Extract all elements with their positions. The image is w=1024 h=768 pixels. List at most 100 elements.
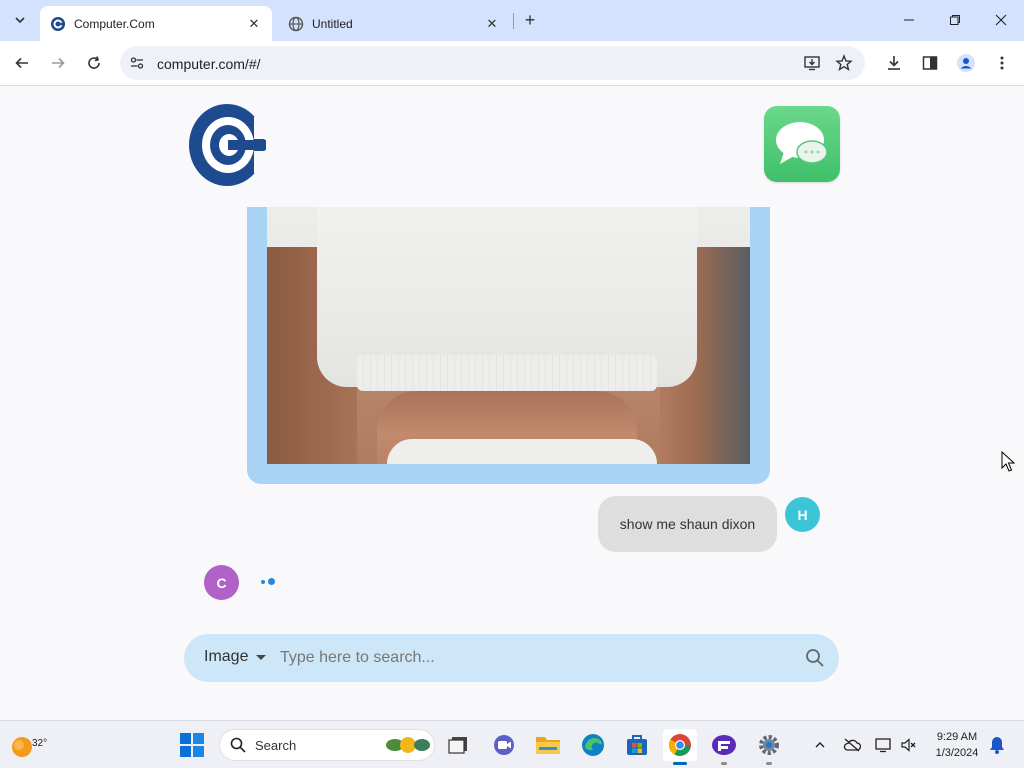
browser-toolbar: computer.com/#/ bbox=[0, 41, 1024, 86]
tray-onedrive[interactable] bbox=[842, 735, 862, 755]
install-app-icon[interactable] bbox=[802, 53, 822, 73]
typing-dot bbox=[268, 578, 275, 585]
weather-temperature: 32° bbox=[32, 738, 48, 749]
close-window-button[interactable] bbox=[978, 0, 1024, 40]
taskbar-search-label: Search bbox=[255, 738, 297, 753]
folder-icon bbox=[536, 737, 560, 754]
downloads-button[interactable] bbox=[882, 51, 906, 75]
restore-button[interactable] bbox=[932, 0, 978, 40]
network-icon bbox=[875, 738, 891, 753]
clock-date: 1/3/2024 bbox=[935, 747, 979, 759]
weather-widget[interactable]: 32° bbox=[10, 729, 48, 761]
search-highlight-icon bbox=[386, 737, 430, 753]
tab-search-button[interactable] bbox=[8, 8, 32, 32]
back-button[interactable] bbox=[8, 49, 36, 77]
side-panel-button[interactable] bbox=[918, 51, 942, 75]
chevron-up-icon bbox=[815, 742, 825, 748]
start-button[interactable] bbox=[180, 733, 204, 757]
cloud-offline-icon bbox=[843, 738, 861, 752]
clock-time: 9:29 AM bbox=[936, 731, 978, 743]
search-mode-label: Image bbox=[204, 648, 249, 665]
tray-volume[interactable] bbox=[899, 735, 919, 755]
taskbar-app-purple[interactable] bbox=[707, 729, 741, 765]
bookmark-star-icon[interactable] bbox=[834, 53, 854, 73]
typing-dot bbox=[261, 580, 265, 584]
search-bar: Image bbox=[184, 634, 839, 682]
volume-muted-icon bbox=[901, 738, 916, 752]
arrow-left-icon bbox=[15, 57, 28, 69]
tab-separator bbox=[513, 13, 514, 29]
video-call-icon bbox=[494, 735, 514, 755]
taskbar-meet[interactable] bbox=[487, 729, 521, 761]
download-icon bbox=[888, 56, 900, 70]
new-tab-button[interactable]: + bbox=[519, 9, 541, 31]
taskbar-chrome[interactable] bbox=[663, 729, 697, 765]
tab-title: Untitled bbox=[312, 16, 353, 31]
tab-close-icon[interactable]: ✕ bbox=[244, 14, 264, 34]
minimize-icon bbox=[904, 19, 914, 21]
search-mode-dropdown[interactable]: Image bbox=[204, 648, 267, 666]
caret-down-icon bbox=[256, 654, 267, 660]
tab-title: Computer.Com bbox=[74, 16, 155, 31]
active-app-indicator bbox=[673, 762, 687, 765]
photo-region bbox=[387, 439, 657, 464]
store-icon bbox=[627, 735, 647, 755]
system-clock[interactable]: 9:29 AM 1/3/2024 bbox=[926, 729, 988, 761]
search-icon bbox=[230, 737, 246, 753]
chevron-down-icon bbox=[15, 17, 25, 24]
search-input[interactable] bbox=[280, 644, 780, 672]
weather-sun-icon bbox=[12, 737, 32, 757]
reload-button[interactable] bbox=[80, 49, 108, 77]
address-bar[interactable]: computer.com/#/ bbox=[120, 46, 865, 80]
globe-icon bbox=[288, 16, 304, 32]
user-avatar: H bbox=[785, 497, 820, 532]
windows-logo-icon bbox=[180, 733, 204, 757]
taskbar-task-view[interactable] bbox=[441, 729, 475, 761]
site-settings-icon[interactable] bbox=[128, 54, 146, 72]
search-icon bbox=[806, 649, 824, 667]
mouse-cursor-icon bbox=[1001, 451, 1015, 472]
settings-gear-icon bbox=[759, 735, 779, 755]
profile-button[interactable] bbox=[954, 51, 978, 75]
forward-button[interactable] bbox=[44, 49, 72, 77]
computer-com-favicon-icon bbox=[50, 16, 66, 32]
kebab-menu-icon bbox=[1000, 56, 1004, 70]
running-app-indicator bbox=[721, 762, 727, 765]
tab-close-icon[interactable]: ✕ bbox=[482, 14, 502, 34]
menu-button[interactable] bbox=[990, 51, 1014, 75]
edge-browser-icon bbox=[582, 734, 604, 756]
taskbar-file-explorer[interactable] bbox=[531, 729, 565, 761]
computer-com-logo[interactable] bbox=[188, 103, 266, 187]
close-icon bbox=[995, 14, 1007, 26]
tab-computer-com[interactable]: Computer.Com ✕ bbox=[40, 6, 272, 41]
messages-app-icon[interactable] bbox=[764, 106, 840, 182]
taskbar-settings[interactable] bbox=[752, 729, 786, 765]
bot-avatar: C bbox=[204, 565, 239, 600]
tray-network[interactable] bbox=[873, 735, 893, 755]
minimize-button[interactable] bbox=[886, 0, 932, 40]
typing-indicator bbox=[259, 577, 279, 587]
side-panel-icon bbox=[922, 56, 938, 70]
tab-strip: Computer.Com ✕ Untitled ✕ + bbox=[0, 0, 1024, 41]
task-view-icon bbox=[448, 737, 467, 754]
chrome-browser-icon bbox=[669, 734, 691, 756]
taskbar-edge[interactable] bbox=[576, 729, 610, 761]
notification-bell-icon[interactable] bbox=[987, 735, 1007, 755]
image-result-photo[interactable] bbox=[267, 207, 750, 464]
restore-icon bbox=[950, 15, 960, 25]
profile-avatar-icon bbox=[957, 54, 975, 72]
taskbar-search-box[interactable]: Search bbox=[219, 729, 435, 761]
page-content: show me shaun dixon H C Image bbox=[0, 87, 1024, 719]
windows-taskbar: 32° Search 9:29 AM 1/3/2024 bbox=[0, 720, 1024, 768]
reload-icon bbox=[88, 56, 100, 69]
user-message-bubble: show me shaun dixon bbox=[598, 496, 777, 552]
address-url: computer.com/#/ bbox=[157, 56, 261, 72]
arrow-right-icon bbox=[52, 57, 65, 69]
tray-overflow-button[interactable] bbox=[810, 735, 830, 755]
running-app-indicator bbox=[766, 762, 772, 765]
purple-app-icon bbox=[712, 735, 736, 755]
image-result-card bbox=[247, 207, 770, 484]
taskbar-store[interactable] bbox=[620, 729, 654, 761]
tab-untitled[interactable]: Untitled ✕ bbox=[278, 6, 510, 41]
search-button[interactable] bbox=[804, 647, 826, 669]
